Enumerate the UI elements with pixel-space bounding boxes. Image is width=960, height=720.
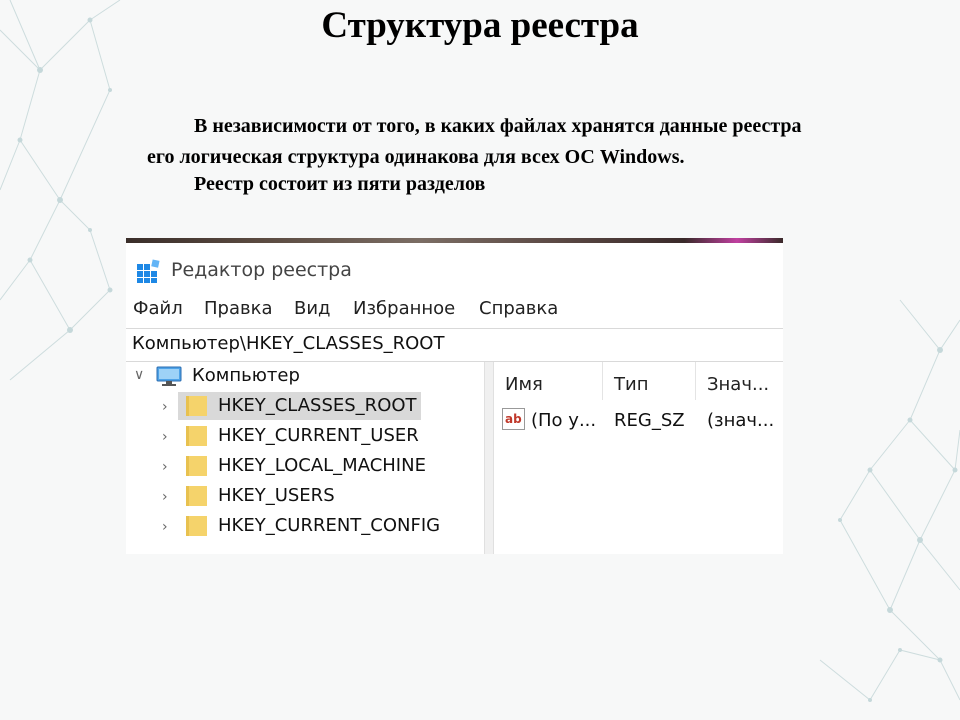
tree-pane: ∨ Компьютер › HKEY_CLASSES_ROOT › HKEY_C…: [126, 362, 483, 554]
values-list-pane: Имя Тип Знач... ab (По у... REG_SZ (знач…: [493, 362, 783, 554]
column-header-type[interactable]: Тип: [614, 374, 648, 395]
tree-label-hive: HKEY_CURRENT_USER: [218, 425, 419, 446]
row-type-cell[interactable]: REG_SZ: [614, 410, 685, 431]
tree-item-hkey-classes-root[interactable]: › HKEY_CLASSES_ROOT: [126, 392, 483, 420]
tree-item-hkey-local-machine[interactable]: › HKEY_LOCAL_MACHINE: [126, 452, 483, 480]
column-header-name[interactable]: Имя: [505, 374, 543, 395]
paragraph-1-line-1: В независимости от того, в каких файлах …: [194, 115, 802, 137]
chevron-right-icon[interactable]: ›: [162, 400, 168, 414]
folder-icon: [186, 486, 207, 506]
menu-bar: Файл Правка Вид Избранное Справка: [126, 296, 783, 326]
menu-view[interactable]: Вид: [294, 298, 331, 319]
string-value-icon: ab: [502, 408, 525, 430]
tree-item-hkey-users[interactable]: › HKEY_USERS: [126, 482, 483, 510]
address-path: Компьютер\HKEY_CLASSES_ROOT: [132, 333, 445, 354]
row-name-cell[interactable]: (По у...: [531, 410, 596, 431]
slide-title: Структура реестра: [321, 5, 639, 46]
tree-label-hive: HKEY_CURRENT_CONFIG: [218, 515, 441, 536]
slide-paragraph-1: В независимости от того, в каких файлах …: [147, 111, 937, 173]
svg-text:ab: ab: [505, 412, 522, 426]
slide-paragraph-2: Реестр состоит из пяти разделов: [147, 169, 937, 200]
address-bar[interactable]: Компьютер\HKEY_CLASSES_ROOT: [126, 328, 783, 362]
menu-favorites[interactable]: Избранное: [353, 298, 455, 319]
column-divider[interactable]: [602, 362, 603, 400]
tree-label-hive: HKEY_CLASSES_ROOT: [218, 395, 417, 416]
chevron-right-icon[interactable]: ›: [162, 490, 168, 504]
column-header-value[interactable]: Знач...: [707, 374, 769, 395]
row-value-cell[interactable]: (знач...: [707, 410, 774, 431]
chevron-down-icon[interactable]: ∨: [134, 368, 144, 382]
folder-icon: [186, 426, 207, 446]
tree-label-hive: HKEY_LOCAL_MACHINE: [218, 455, 426, 476]
computer-icon: [156, 366, 182, 386]
chevron-right-icon[interactable]: ›: [162, 460, 168, 474]
column-divider[interactable]: [695, 362, 696, 400]
title-bar[interactable]: Редактор реестра: [126, 243, 783, 297]
tree-item-hkey-current-config[interactable]: › HKEY_CURRENT_CONFIG: [126, 512, 483, 540]
folder-icon: [186, 456, 207, 476]
menu-file[interactable]: Файл: [133, 298, 183, 319]
folder-icon: [186, 396, 207, 416]
tree-item-hkey-current-user[interactable]: › HKEY_CURRENT_USER: [126, 422, 483, 450]
folder-icon: [186, 516, 207, 536]
menu-help[interactable]: Справка: [479, 298, 558, 319]
chevron-right-icon[interactable]: ›: [162, 430, 168, 444]
tree-label-hive: HKEY_USERS: [218, 485, 335, 506]
window-title: Редактор реестра: [171, 259, 352, 281]
paragraph-2-text: Реестр состоит из пяти разделов: [194, 173, 486, 195]
tree-label-computer: Компьютер: [192, 365, 300, 386]
regedit-app-icon: [137, 259, 160, 283]
tree-item-computer[interactable]: ∨ Компьютер: [126, 362, 483, 390]
registry-editor-window: Редактор реестра Файл Правка Вид Избранн…: [126, 238, 783, 554]
chevron-right-icon[interactable]: ›: [162, 520, 168, 534]
menu-edit[interactable]: Правка: [204, 298, 273, 319]
